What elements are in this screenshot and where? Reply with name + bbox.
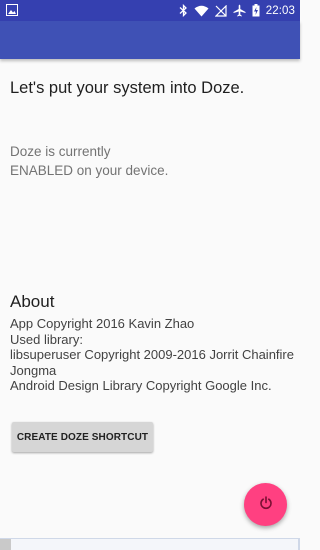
about-line: Android Design Library Copyright Google … bbox=[10, 378, 272, 393]
about-line: App Copyright 2016 Kavin Zhao bbox=[10, 316, 195, 331]
status-time: 22:03 bbox=[265, 4, 295, 17]
about-line: Used library: bbox=[10, 331, 83, 347]
edge-divider bbox=[298, 539, 300, 550]
signal-off-icon bbox=[214, 4, 227, 17]
status-bar: 22:03 bbox=[0, 0, 300, 21]
about-heading: About bbox=[10, 292, 55, 311]
status-icons: 22:03 bbox=[179, 3, 295, 18]
doze-status-line: ENABLED on your device. bbox=[10, 163, 169, 178]
about-text: App Copyright 2016 Kavin Zhao Used libra… bbox=[10, 316, 295, 394]
wifi-icon bbox=[194, 5, 209, 17]
power-fab-button[interactable] bbox=[244, 483, 287, 526]
bottom-strip bbox=[0, 538, 300, 550]
battery-icon bbox=[252, 4, 260, 17]
app-toolbar bbox=[0, 21, 300, 59]
create-doze-shortcut-button[interactable]: CREATE DOZE SHORTCUT bbox=[12, 422, 153, 452]
airplane-icon bbox=[233, 4, 246, 17]
image-icon bbox=[6, 4, 18, 16]
power-icon bbox=[259, 495, 273, 514]
doze-status-text: Doze is currently ENABLED on your device… bbox=[10, 142, 168, 180]
corner-handle bbox=[0, 539, 11, 550]
about-line: libsuperuser Copyright 2009-2016 Jorrit … bbox=[10, 347, 294, 378]
bluetooth-icon bbox=[179, 4, 188, 17]
page-title: Let's put your system into Doze. bbox=[10, 79, 245, 97]
doze-status-line: Doze is currently bbox=[10, 144, 111, 159]
